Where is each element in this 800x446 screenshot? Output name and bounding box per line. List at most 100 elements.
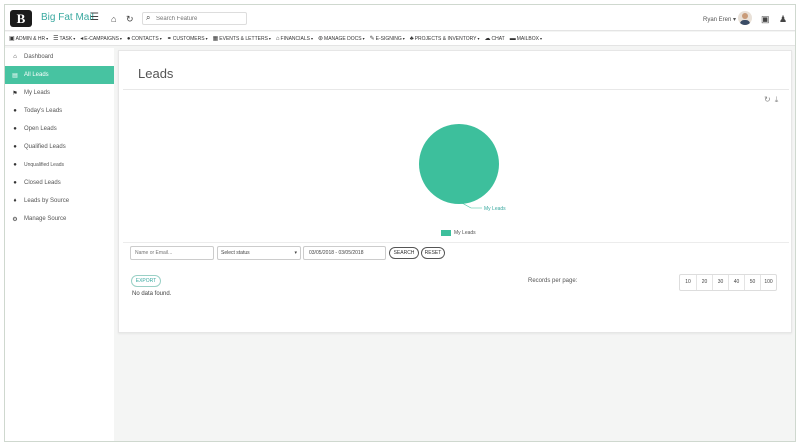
sidebar-item-label: Manage Source bbox=[24, 216, 67, 222]
pie-slice-my-leads[interactable] bbox=[419, 124, 499, 204]
chevron-down-icon: ▾ bbox=[311, 36, 314, 41]
user-icon: ● bbox=[13, 144, 17, 150]
menu-item[interactable]: ⚭ CUSTOMERS ▾ bbox=[166, 35, 208, 43]
chevron-down-icon: ▾ bbox=[294, 250, 297, 256]
feature-search-input[interactable] bbox=[156, 14, 244, 24]
sidebar-item-manage-source[interactable]: ⚙ Manage Source bbox=[5, 210, 114, 228]
menu-item-label: PROJECTS & INVENTORY bbox=[414, 35, 477, 42]
page-title: Leads bbox=[138, 66, 174, 81]
id-card-icon: ▣ bbox=[9, 36, 15, 42]
chevron-down-icon: ▾ bbox=[159, 36, 162, 41]
sidebar-item-open-leads[interactable]: ● Open Leads bbox=[5, 120, 114, 138]
menu-item[interactable]: ◂ E-CAMPAIGNS ▾ bbox=[80, 35, 122, 43]
divider bbox=[123, 242, 789, 243]
user-name: Ryan Eren bbox=[703, 17, 732, 23]
export-button[interactable]: EXPORT bbox=[131, 275, 161, 287]
sidebar-item-label: Dashboard bbox=[24, 54, 54, 60]
page-size-option[interactable]: 100 bbox=[760, 275, 776, 290]
calendar-icon: ▦ bbox=[212, 36, 219, 42]
sidebar-item-label: My Leads bbox=[24, 90, 51, 96]
page-size-option[interactable]: 30 bbox=[712, 275, 728, 290]
home-icon[interactable]: ⌂ bbox=[111, 13, 116, 25]
app-window: B Big Fat Mail ☰ ⌂ ↻ ⌕ Ryan Eren ▾ ▣ ♟ ▣… bbox=[4, 4, 796, 442]
sidebar-item-qualified-leads[interactable]: ● Qualified Leads bbox=[5, 138, 114, 156]
reset-button[interactable]: RESET bbox=[421, 247, 445, 259]
menu-item-label: TASK bbox=[59, 35, 73, 42]
sidebar-item-my-leads[interactable]: ⚑ My Leads bbox=[5, 84, 114, 102]
users-icon[interactable]: ♟ bbox=[779, 13, 787, 25]
status-select[interactable]: Select status ▾ bbox=[217, 246, 301, 260]
hamburger-icon[interactable]: ☰ bbox=[90, 12, 99, 24]
sidebar-item-label: Today's Leads bbox=[24, 108, 63, 114]
menu-item[interactable]: ⌂ FINANCIALS ▾ bbox=[276, 36, 313, 42]
sidebar-item-label: Leads by Source bbox=[24, 198, 70, 204]
main-menu: ▣ ADMIN & HR ▾ ☰ TASK ▾ ◂ E-CAMPAIGNS ▾ ● CONTACTS… bbox=[5, 32, 795, 46]
user-icon: ● bbox=[126, 35, 131, 42]
leads-panel: Leads ↻⤓ My Leads My Leads Select status… bbox=[118, 50, 792, 333]
sidebar-item-today-s-leads[interactable]: ● Today's Leads bbox=[5, 102, 114, 120]
menu-item-label: CUSTOMERS bbox=[172, 35, 205, 42]
cogs-icon: ⚙ bbox=[12, 216, 18, 223]
chevron-down-icon: ▾ bbox=[46, 36, 49, 41]
docs-icon: ⊛ bbox=[318, 36, 324, 42]
user-menu[interactable]: Ryan Eren ▾ bbox=[703, 16, 736, 23]
menu-item-label: FINANCIALS bbox=[280, 35, 310, 42]
sidebar-item-leads-by-source[interactable]: ♦ Leads by Source bbox=[5, 192, 114, 210]
menu-item[interactable]: ♣ PROJECTS & INVENTORY ▾ bbox=[410, 36, 480, 42]
menu-item-label: E-SIGNING bbox=[375, 35, 402, 42]
brand-name[interactable]: Big Fat Mail bbox=[41, 12, 94, 23]
list-icon: ▤ bbox=[12, 72, 18, 79]
legend-swatch bbox=[441, 230, 451, 236]
menu-item[interactable]: ☁ CHAT bbox=[484, 35, 505, 43]
search-button[interactable]: SEARCH bbox=[389, 247, 419, 259]
menu-item[interactable]: ● CONTACTS ▾ bbox=[127, 36, 162, 42]
refresh-icon[interactable]: ↻ bbox=[764, 95, 771, 104]
page-size-option[interactable]: 40 bbox=[728, 275, 744, 290]
menu-item[interactable]: ⊛ MANAGE DOCS ▾ bbox=[318, 35, 365, 43]
date-range-input[interactable]: 03/05/2018 - 03/05/2018 bbox=[303, 246, 386, 260]
handshake-icon: ⚭ bbox=[166, 36, 172, 42]
download-icon[interactable]: ⤓ bbox=[775, 95, 779, 104]
menu-item-label: ADMIN & HR bbox=[15, 35, 46, 42]
chevron-down-icon: ▾ bbox=[402, 36, 405, 41]
logo[interactable]: B bbox=[10, 10, 32, 27]
slice-leader-line bbox=[461, 202, 482, 209]
user-icon: ● bbox=[13, 126, 17, 132]
sidebar-item-all-leads[interactable]: ▤ All Leads bbox=[5, 66, 114, 84]
inbox-icon: ▬ bbox=[509, 35, 516, 42]
sidebar-item-closed-leads[interactable]: ● Closed Leads bbox=[5, 174, 114, 192]
avatar[interactable] bbox=[738, 11, 752, 25]
page-size-selector: 10 20 30 40 50 100 bbox=[679, 274, 777, 291]
chart-legend[interactable]: My Leads bbox=[441, 230, 476, 236]
page-size-option[interactable]: 20 bbox=[696, 275, 712, 290]
sidebar-item-label: Unqualified Leads bbox=[24, 162, 65, 168]
name-email-input[interactable] bbox=[130, 246, 214, 260]
menu-item[interactable]: ☰ TASK ▾ bbox=[53, 35, 75, 43]
menu-item[interactable]: ▣ ADMIN & HR ▾ bbox=[9, 35, 49, 43]
top-bar: B Big Fat Mail ☰ ⌂ ↻ ⌕ Ryan Eren ▾ ▣ ♟ bbox=[5, 5, 795, 31]
page-size-option[interactable]: 10 bbox=[680, 275, 696, 290]
user-times-icon: ● bbox=[13, 162, 17, 168]
sidebar-item-label: Open Leads bbox=[24, 126, 57, 132]
menu-item[interactable]: ▦ EVENTS & LETTERS ▾ bbox=[212, 35, 271, 43]
chat-icon: ☁ bbox=[484, 36, 491, 42]
menu-item-label: CHAT bbox=[491, 35, 505, 42]
menu-item-label: E-CAMPAIGNS bbox=[84, 35, 119, 42]
menu-item[interactable]: ✎ E-SIGNING ▾ bbox=[370, 35, 405, 43]
chart-tools: ↻ ⤓ bbox=[760, 95, 778, 105]
pin-icon: ♦ bbox=[13, 198, 17, 204]
menu-item[interactable]: ▬ MAILBOX ▾ bbox=[510, 36, 542, 42]
chevron-down-icon: ▾ bbox=[119, 36, 122, 41]
records-per-page-label: Records per page: bbox=[528, 278, 578, 284]
refresh-icon[interactable]: ↻ bbox=[126, 13, 134, 25]
chevron-down-icon: ▾ bbox=[477, 36, 480, 41]
megaphone-icon: ◂ bbox=[80, 36, 84, 42]
feature-search[interactable]: ⌕ bbox=[142, 12, 247, 25]
page-size-option[interactable]: 50 bbox=[744, 275, 760, 290]
sidebar-item-label: Qualified Leads bbox=[24, 144, 66, 150]
chevron-down-icon: ▾ bbox=[539, 36, 542, 41]
sidebar-item-dashboard[interactable]: ⌂ Dashboard bbox=[5, 48, 114, 66]
contact-card-icon[interactable]: ▣ bbox=[761, 13, 770, 25]
divider bbox=[123, 89, 789, 90]
sidebar-item-unqualified-leads[interactable]: ● Unqualified Leads bbox=[5, 156, 114, 174]
